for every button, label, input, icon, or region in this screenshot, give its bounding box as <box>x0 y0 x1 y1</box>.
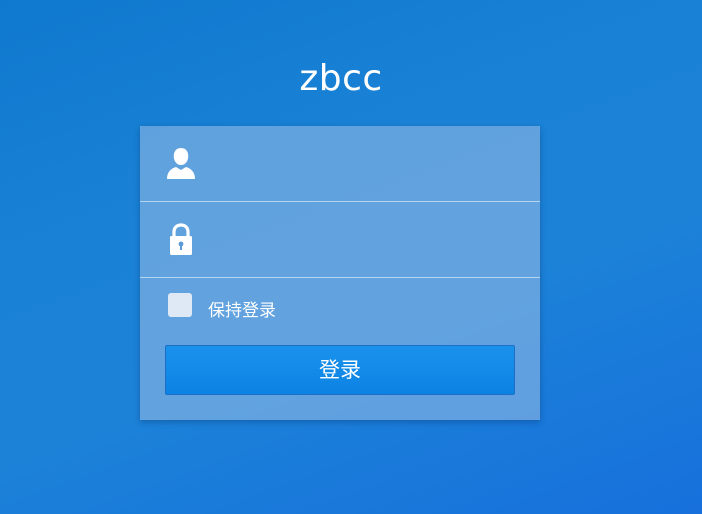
login-panel: 保持登录 登录 <box>140 126 540 420</box>
password-input[interactable] <box>210 220 524 260</box>
page-title: zbcc <box>299 58 383 99</box>
username-field <box>140 126 540 202</box>
remember-me-label: 保持登录 <box>208 301 276 321</box>
username-input[interactable] <box>210 144 524 184</box>
lock-icon <box>165 222 197 256</box>
password-field <box>140 202 540 278</box>
login-button[interactable]: 登录 <box>165 345 515 395</box>
user-icon <box>165 146 197 180</box>
remember-me-checkbox[interactable] <box>168 293 192 317</box>
